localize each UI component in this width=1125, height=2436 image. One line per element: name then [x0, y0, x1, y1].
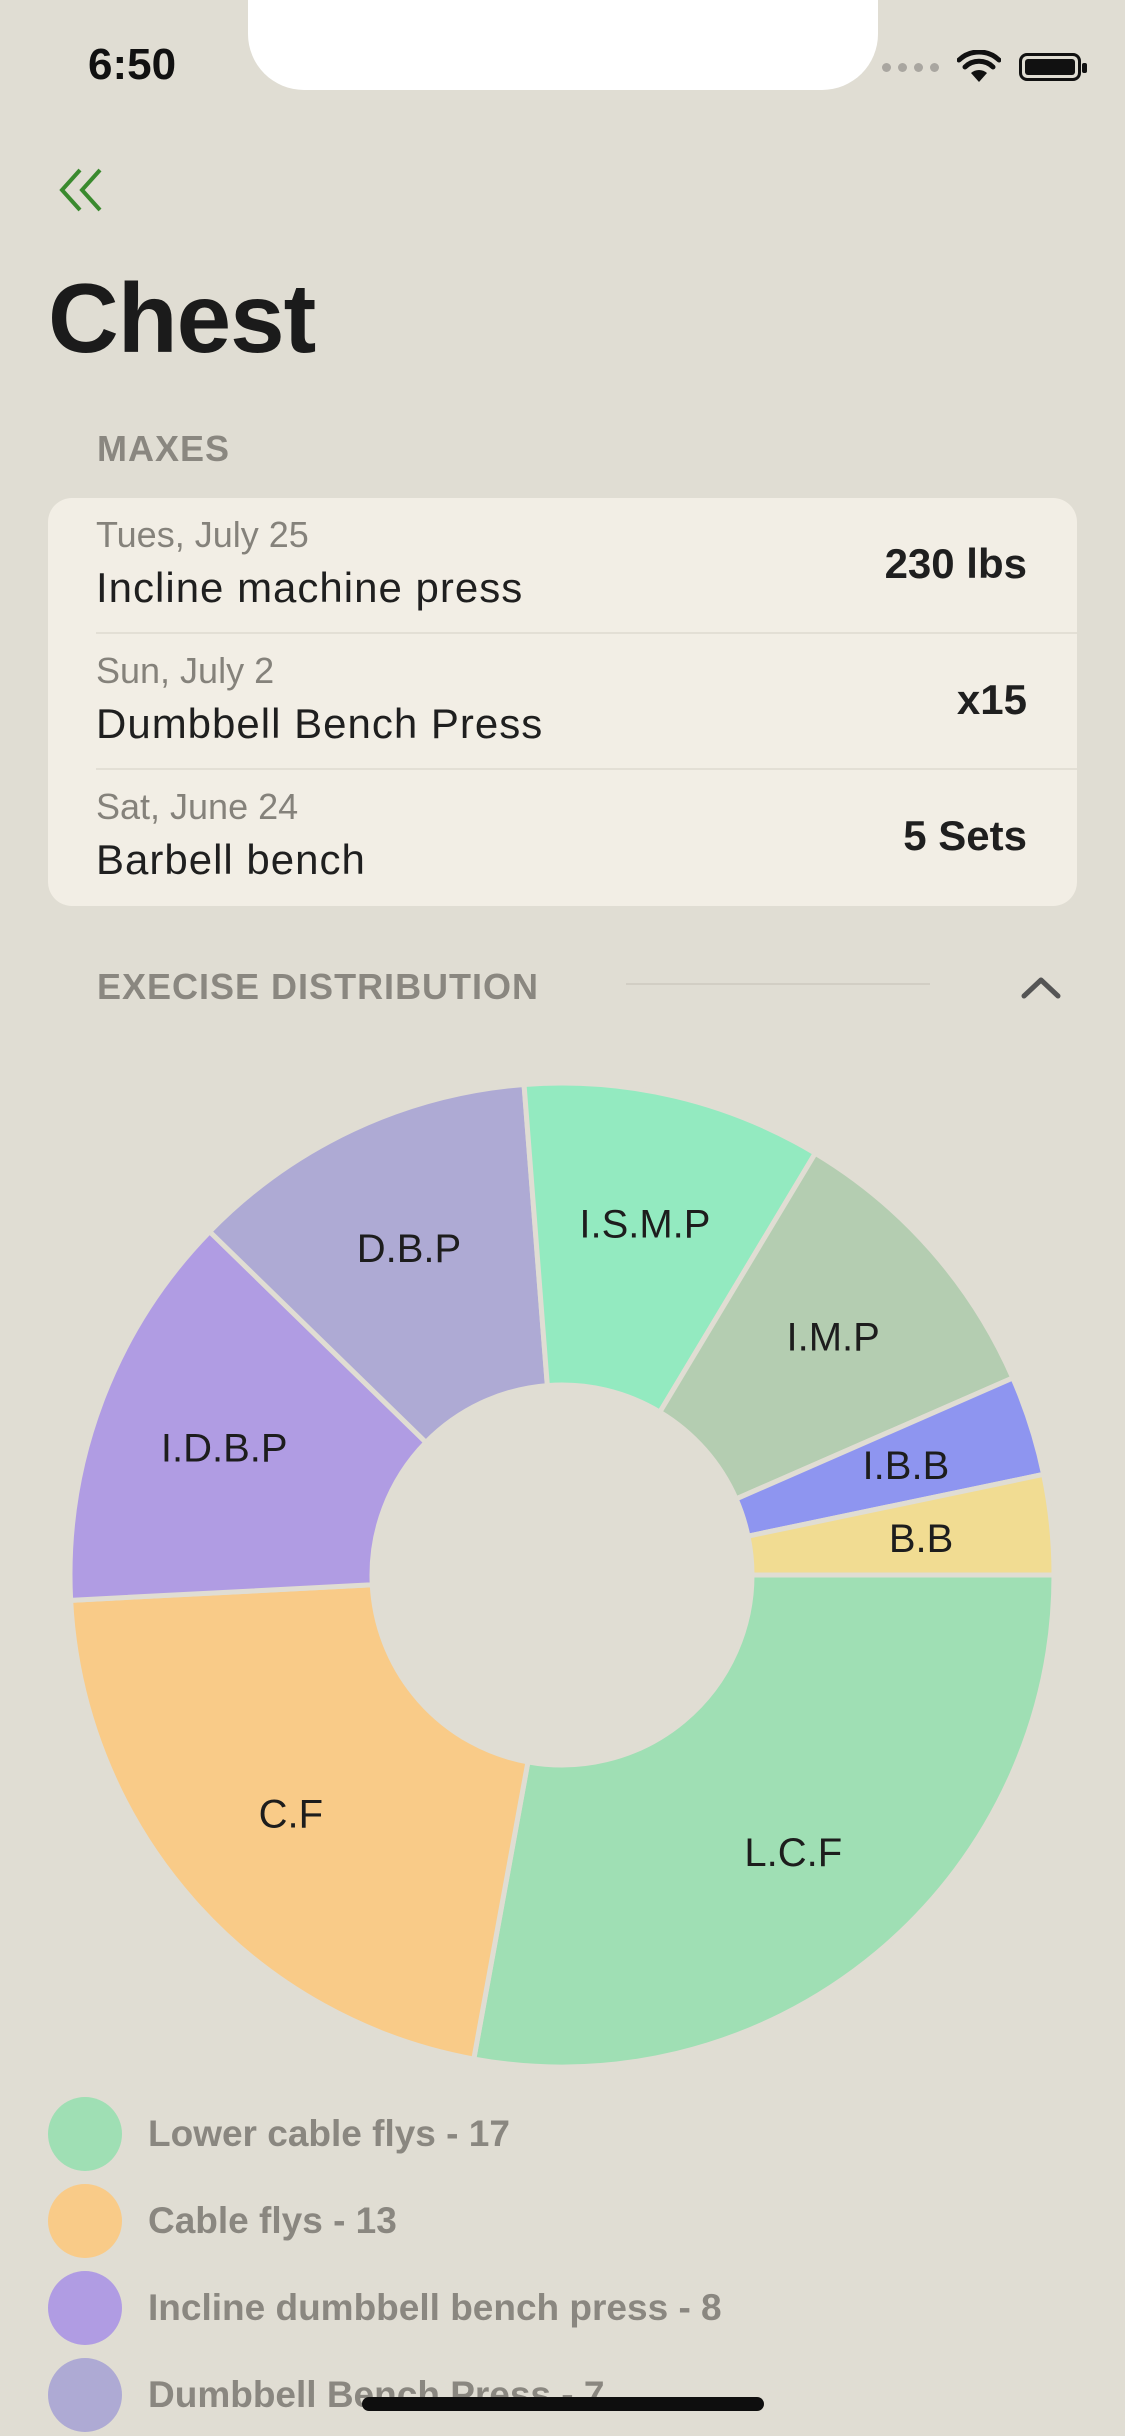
- home-indicator[interactable]: [362, 2397, 764, 2411]
- legend-swatch: [48, 2270, 122, 2345]
- pie-slice-label: I.D.B.P: [161, 1427, 288, 1471]
- exercise-distribution-donut-chart: L.C.F C.F I.D.B.P D.B.P I.S.M.P I.M.P I.B.B B.B: [67, 1080, 1057, 2070]
- max-date: Tues, July 25: [96, 514, 309, 555]
- maxes-card: Tues, July 25 Incline machine press 230 …: [48, 498, 1077, 906]
- screen: 6:50 Chest MAXES Tues, July 25 Incline m…: [0, 0, 1125, 2436]
- legend-swatch: [48, 2183, 122, 2258]
- cellular-signal-icon: [882, 62, 939, 72]
- notch: [248, 0, 878, 90]
- distribution-header: EXECISE DISTRIBUTION: [97, 966, 540, 1007]
- max-value: x15: [956, 676, 1027, 723]
- pie-slice-label: I.B.B: [863, 1444, 950, 1488]
- maxes-header: MAXES: [97, 428, 231, 469]
- legend-item: Cable flys - 13: [48, 2177, 1077, 2264]
- battery-icon: [1019, 53, 1087, 81]
- max-row[interactable]: Tues, July 25 Incline machine press 230 …: [48, 498, 1077, 634]
- pie-slice-label: L.C.F: [744, 1831, 842, 1875]
- pie-slice-label: B.B: [889, 1517, 953, 1561]
- status-bar: 6:50: [0, 0, 1125, 132]
- max-date: Sun, July 2: [96, 650, 275, 691]
- legend-swatch: [48, 2096, 122, 2171]
- pie-slice-lcf: [470, 1572, 1057, 2070]
- max-exercise-name: Incline machine press: [96, 564, 524, 611]
- status-icons: [882, 50, 1087, 84]
- chevron-up-icon: [1021, 977, 1061, 999]
- pie-slice-label: I.M.P: [786, 1316, 879, 1360]
- max-value: 230 lbs: [884, 540, 1027, 587]
- double-chevron-left-icon: [59, 168, 102, 212]
- pie-slice-label: I.S.M.P: [579, 1203, 710, 1247]
- max-exercise-name: Barbell bench: [96, 836, 366, 883]
- legend-item: Lower cable flys - 17: [48, 2090, 1077, 2177]
- page-title: Chest: [48, 263, 316, 373]
- max-row[interactable]: Sat, June 24 Barbell bench 5 Sets: [48, 770, 1077, 906]
- max-exercise-name: Dumbbell Bench Press: [96, 700, 544, 747]
- max-date: Sat, June 24: [96, 786, 299, 827]
- legend-item: Dumbbell Bench Press - 7: [48, 2351, 1077, 2436]
- legend-label: Incline dumbbell bench press - 8: [148, 2286, 722, 2328]
- status-time: 6:50: [88, 40, 177, 89]
- legend-swatch: [48, 2357, 122, 2432]
- pie-slice-label: C.F: [259, 1792, 323, 1836]
- legend-label: Lower cable flys - 17: [148, 2112, 510, 2154]
- max-row[interactable]: Sun, July 2 Dumbbell Bench Press x15: [48, 634, 1077, 770]
- collapse-button[interactable]: [1012, 966, 1070, 1010]
- pie-slice-label: D.B.P: [357, 1227, 461, 1271]
- legend-label: Cable flys - 13: [148, 2199, 397, 2241]
- max-value: 5 Sets: [903, 812, 1027, 859]
- wifi-icon: [957, 50, 1001, 82]
- header-divider: [626, 983, 930, 985]
- legend-item: Incline dumbbell bench press - 8: [48, 2264, 1077, 2351]
- chart-legend: Lower cable flys - 17 Cable flys - 13 In…: [48, 2090, 1077, 2436]
- back-button[interactable]: [52, 160, 112, 220]
